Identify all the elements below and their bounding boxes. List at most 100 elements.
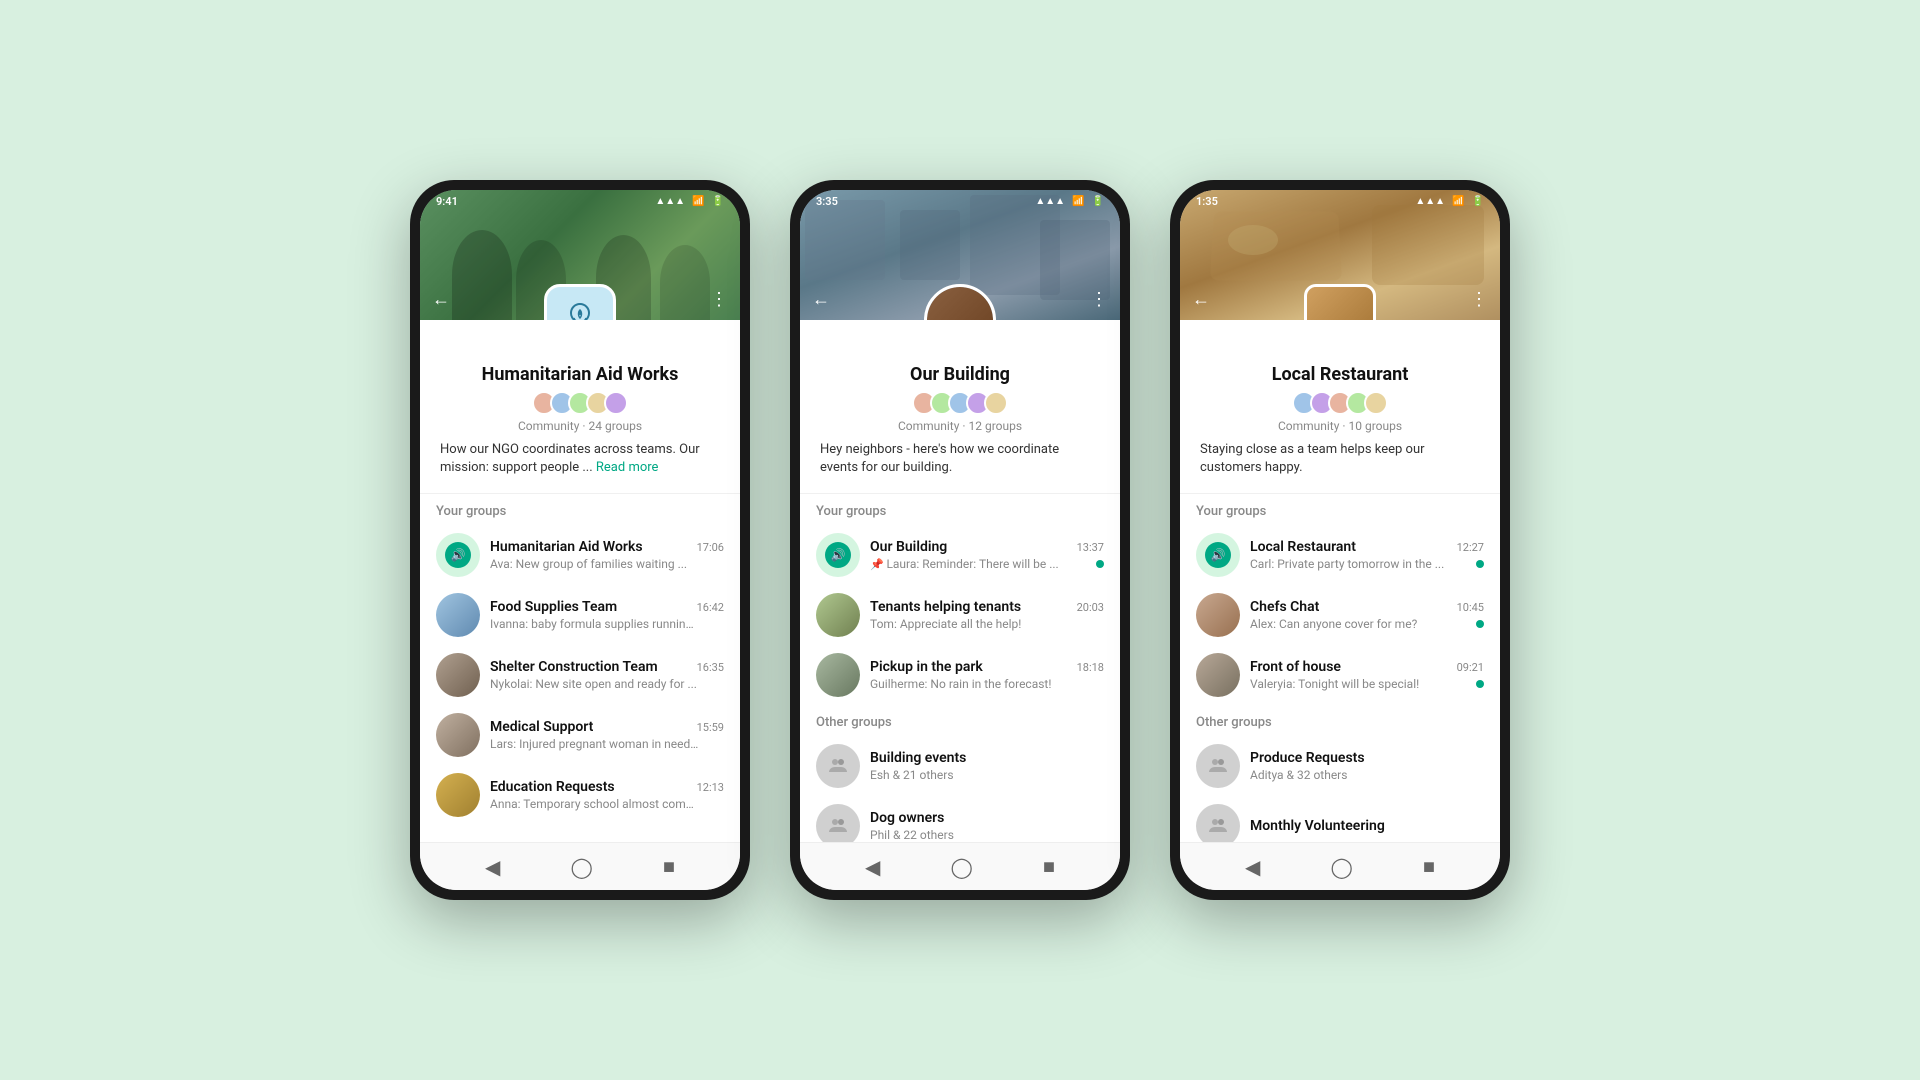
phone2-group-1[interactable]: 🔊 Our Building 13:37 📌 Laura: Reminder: … xyxy=(800,525,1120,585)
phone1-group4-preview: Lars: Injured pregnant woman in need ... xyxy=(490,737,700,751)
phone2-group1-info: Our Building 13:37 📌 Laura: Reminder: Th… xyxy=(870,539,1104,571)
phone3-other-group-1[interactable]: Produce Requests Aditya & 32 others xyxy=(1180,736,1500,796)
phone1-group5-name: Education Requests xyxy=(490,779,615,795)
phone2-group3-avatar xyxy=(816,653,860,697)
phone2-group1-unread xyxy=(1096,560,1104,568)
phone1-groups-scroll[interactable]: Your groups 🔊 Humanitarian Aid Works 17:… xyxy=(420,494,740,842)
phone1-group3-info: Shelter Construction Team 16:35 Nykolai:… xyxy=(490,659,724,691)
phone3-back-icon[interactable]: ← xyxy=(1192,289,1210,310)
phone2-member-avatars xyxy=(816,391,1104,415)
phone2-group2-info: Tenants helping tenants 20:03 Tom: Appre… xyxy=(870,599,1104,631)
phone2-home-btn[interactable]: ◯ xyxy=(950,855,972,879)
phone2-group1-name: Our Building xyxy=(870,539,947,555)
phone2-status-icons: ▲▲▲ 📶 🔋 xyxy=(1035,196,1104,207)
phone3-other1-name: Produce Requests xyxy=(1250,750,1365,766)
phone2-other2-avatar xyxy=(816,804,860,842)
phone1-header-bg: 9:41 ▲▲▲ 📶 🔋 ← ⋮ xyxy=(420,190,740,320)
phone3-group-1[interactable]: 🔊 Local Restaurant 12:27 Carl: Private p… xyxy=(1180,525,1500,585)
phone3-your-groups-label: Your groups xyxy=(1180,494,1500,525)
phone3-other2-name: Monthly Volunteering xyxy=(1250,818,1385,834)
phone2-group3-preview: Guilherme: No rain in the forecast! xyxy=(870,677,1051,691)
phone2-group2-name: Tenants helping tenants xyxy=(870,599,1021,615)
phone1-community-meta: Community · 24 groups xyxy=(436,419,724,433)
phone1-more-icon[interactable]: ⋮ xyxy=(710,289,728,310)
phone1-group-3[interactable]: Shelter Construction Team 16:35 Nykolai:… xyxy=(420,645,740,705)
phone2-other1-name: Building events xyxy=(870,750,966,766)
phone2-groups-scroll[interactable]: Your groups 🔊 Our Building 13:37 📌 Laura… xyxy=(800,494,1120,842)
phone3-avatar-5 xyxy=(1364,391,1388,415)
phone3-group1-unread xyxy=(1476,560,1484,568)
phone2-avatar-5 xyxy=(984,391,1008,415)
phone1-recent-btn[interactable]: ■ xyxy=(663,854,675,879)
phone2-community-meta: Community · 12 groups xyxy=(816,419,1104,433)
phone3-groups-scroll[interactable]: Your groups 🔊 Local Restaurant 12:27 Car… xyxy=(1180,494,1500,842)
phone2-group2-avatar xyxy=(816,593,860,637)
phone3-group3-name: Front of house xyxy=(1250,659,1341,675)
phone3-other-group-2[interactable]: Monthly Volunteering xyxy=(1180,796,1500,842)
phone3-group2-preview: Alex: Can anyone cover for me? xyxy=(1250,617,1417,631)
phone1-group1-speaker: 🔊 xyxy=(445,542,471,568)
phone2-group3-name: Pickup in the park xyxy=(870,659,983,675)
phone3-status-time: 1:35 xyxy=(1196,195,1218,208)
phone3-group2-time: 10:45 xyxy=(1457,601,1484,614)
phone3-community-desc: Staying close as a team helps keep our c… xyxy=(1196,441,1484,485)
phone1-group1-avatar: 🔊 xyxy=(436,533,480,577)
phone3-other1-sub: Aditya & 32 others xyxy=(1250,768,1347,782)
phone2-group-2[interactable]: Tenants helping tenants 20:03 Tom: Appre… xyxy=(800,585,1120,645)
phone1-community-desc: How our NGO coordinates across teams. Ou… xyxy=(436,441,724,485)
phone2-group1-preview: 📌 Laura: Reminder: There will be ... xyxy=(870,557,1059,571)
phone3-group-3[interactable]: Front of house 09:21 Valeryia: Tonight w… xyxy=(1180,645,1500,705)
phone3-group3-info: Front of house 09:21 Valeryia: Tonight w… xyxy=(1250,659,1484,691)
phone2-group1-time: 13:37 xyxy=(1077,541,1104,554)
phone2-status-bar: 3:35 ▲▲▲ 📶 🔋 xyxy=(800,190,1120,212)
phone2-other1-sub: Esh & 21 others xyxy=(870,768,954,782)
phone2-recent-btn[interactable]: ■ xyxy=(1043,854,1055,879)
phone-3: 1:35 ▲▲▲ 📶 🔋 ← ⋮ Local Restaurant xyxy=(1170,180,1510,900)
phone1-group3-preview: Nykolai: New site open and ready for ... xyxy=(490,677,697,691)
phone1-group-1[interactable]: 🔊 Humanitarian Aid Works 17:06 Ava: New … xyxy=(420,525,740,585)
phone2-other-group-1[interactable]: Building events Esh & 21 others xyxy=(800,736,1120,796)
phone3-group-2[interactable]: Chefs Chat 10:45 Alex: Can anyone cover … xyxy=(1180,585,1500,645)
phone-2: 3:35 ▲▲▲ 📶 🔋 ← ⋮ Our Building xyxy=(790,180,1130,900)
phone2-community-name: Our Building xyxy=(816,364,1104,385)
phone1-group5-preview: Anna: Temporary school almost comp... xyxy=(490,797,700,811)
phone1-group1-preview: Ava: New group of families waiting ... xyxy=(490,557,687,571)
phone2-group1-speaker: 🔊 xyxy=(825,542,851,568)
phone1-status-icons: ▲▲▲ 📶 🔋 xyxy=(655,196,724,207)
phone1-status-time: 9:41 xyxy=(436,195,458,208)
phone1-group3-time: 16:35 xyxy=(697,661,724,674)
phone1-group5-avatar xyxy=(436,773,480,817)
phone3-community-info: Local Restaurant Community · 10 groups S… xyxy=(1180,320,1500,493)
phone2-group3-info: Pickup in the park 18:18 Guilherme: No r… xyxy=(870,659,1104,691)
phone2-other-group-2[interactable]: Dog owners Phil & 22 others xyxy=(800,796,1120,842)
phone2-back-icon[interactable]: ← xyxy=(812,289,830,310)
phone3-more-icon[interactable]: ⋮ xyxy=(1470,289,1488,310)
phone3-recent-btn[interactable]: ■ xyxy=(1423,854,1435,879)
phone1-read-more[interactable]: Read more xyxy=(596,460,659,475)
phone3-group1-time: 12:27 xyxy=(1457,541,1484,554)
phone1-group2-name: Food Supplies Team xyxy=(490,599,617,615)
phone2-group-3[interactable]: Pickup in the park 18:18 Guilherme: No r… xyxy=(800,645,1120,705)
phone1-group2-avatar xyxy=(436,593,480,637)
phone1-group-4[interactable]: Medical Support 15:59 Lars: Injured preg… xyxy=(420,705,740,765)
phone1-group-2[interactable]: Food Supplies Team 16:42 Ivanna: baby fo… xyxy=(420,585,740,645)
phone2-other-groups-label: Other groups xyxy=(800,705,1120,736)
phone3-back-btn[interactable]: ◀ xyxy=(1245,855,1260,879)
phone2-back-btn[interactable]: ◀ xyxy=(865,855,880,879)
phone3-group2-info: Chefs Chat 10:45 Alex: Can anyone cover … xyxy=(1250,599,1484,631)
phone1-group-5[interactable]: Education Requests 12:13 Anna: Temporary… xyxy=(420,765,740,825)
phone3-home-btn[interactable]: ◯ xyxy=(1330,855,1352,879)
phone2-header-bg: 3:35 ▲▲▲ 📶 🔋 ← ⋮ xyxy=(800,190,1120,320)
phone-1: 9:41 ▲▲▲ 📶 🔋 ← ⋮ xyxy=(410,180,750,900)
phone1-group-avatar xyxy=(544,284,616,320)
phone1-back-icon[interactable]: ← xyxy=(432,289,450,310)
phone2-other2-sub: Phil & 22 others xyxy=(870,828,954,842)
phone1-back-btn[interactable]: ◀ xyxy=(485,855,500,879)
phone1-home-btn[interactable]: ◯ xyxy=(570,855,592,879)
phone1-group5-info: Education Requests 12:13 Anna: Temporary… xyxy=(490,779,724,811)
phone2-more-icon[interactable]: ⋮ xyxy=(1090,289,1108,310)
phone2-other2-info: Dog owners Phil & 22 others xyxy=(870,810,1104,842)
phone2-status-time: 3:35 xyxy=(816,195,838,208)
phone1-group4-time: 15:59 xyxy=(697,721,724,734)
phone1-status-bar: 9:41 ▲▲▲ 📶 🔋 xyxy=(420,190,740,212)
